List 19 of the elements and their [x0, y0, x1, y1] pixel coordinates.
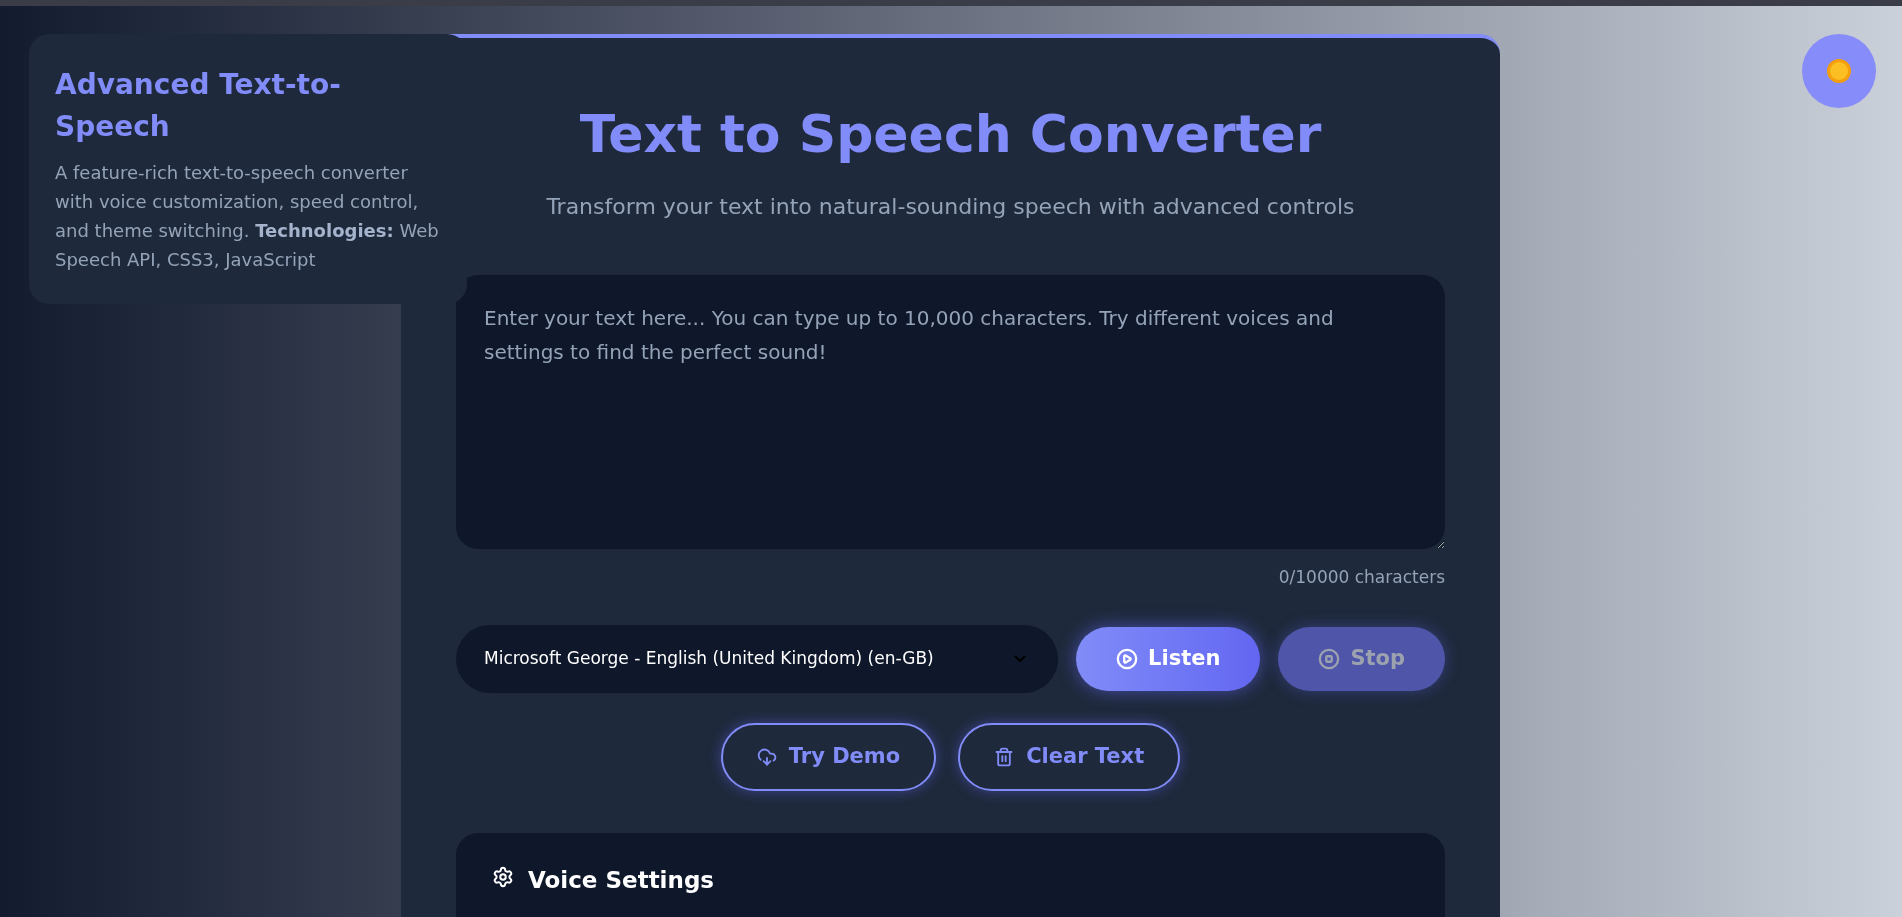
voice-settings-title: Voice Settings [528, 865, 715, 895]
voice-select-value: Microsoft George - English (United Kingdom) (en-GB) [484, 646, 934, 670]
clear-text-button[interactable]: Clear Text [958, 722, 1181, 791]
page-subtitle: Transform your text into natural-sounding speech with advanced controls [545, 193, 1356, 221]
info-title: Advanced Text-to-Speech [55, 67, 342, 145]
chevron-down-icon [1014, 654, 1027, 663]
page-title: Text to Speech Converter [578, 103, 1323, 166]
try-demo-button[interactable]: Try Demo [720, 722, 937, 791]
play-icon [1116, 647, 1139, 670]
info-description: A feature-rich text-to-speech converter with voice customization, speed control, and theme switching. Technologies: Web Speech API, CSS3, JavaScript [55, 161, 440, 272]
listen-button[interactable]: Listen [1076, 626, 1261, 691]
cloud-download-icon [756, 746, 777, 767]
voice-select[interactable]: Microsoft George - English (United Kingdom) (en-GB) [456, 624, 1059, 693]
stop-icon [1318, 647, 1341, 670]
text-input[interactable]: Enter your text here... You can type up to 10,000 characters. Try different voices and settings to find the perfect sound! [456, 275, 1445, 549]
sun-icon [1826, 58, 1852, 84]
character-count: 0/10000 characters [1278, 566, 1445, 589]
trash-icon [994, 746, 1015, 767]
gear-icon [492, 865, 514, 888]
